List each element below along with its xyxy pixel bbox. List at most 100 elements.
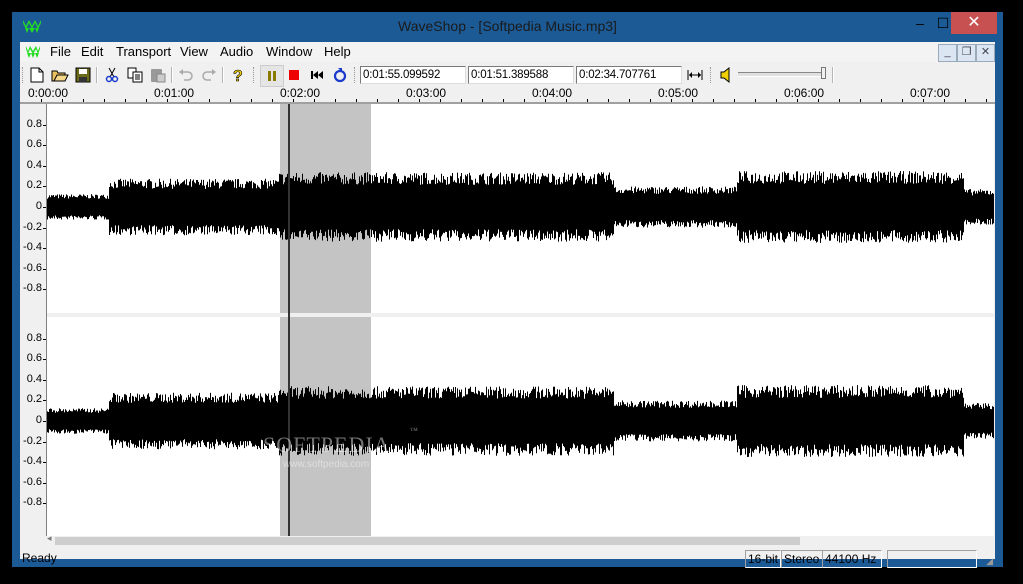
toolbar-separator [832, 67, 834, 83]
amplitude-tick [43, 503, 46, 505]
watermark-url: www.softpedia.com [283, 459, 370, 470]
scroll-left-arrow-icon[interactable]: ◂ [47, 533, 52, 544]
menu-audio[interactable]: Audio [220, 44, 253, 59]
selection-start-field[interactable]: 0:01:51.389588 [468, 66, 574, 84]
ruler-tick [209, 99, 210, 102]
menu-edit[interactable]: Edit [81, 44, 103, 59]
speaker-icon[interactable] [717, 66, 735, 84]
open-folder-icon[interactable] [51, 66, 69, 84]
resize-grip-icon[interactable]: ◢ [986, 556, 993, 567]
amplitude-tick [43, 124, 46, 126]
amplitude-label: 0 [35, 414, 42, 426]
channel-divider [47, 313, 994, 317]
ruler-tick [524, 99, 525, 102]
amplitude-tick [43, 186, 46, 188]
time-ruler[interactable]: 0:00:00 0:01:00 0:02:00 0:03:00 0:04:00 0:05:… [20, 86, 995, 104]
amplitude-tick [43, 165, 46, 167]
close-button[interactable]: ✕ [951, 12, 997, 34]
status-channels: Stereo [781, 550, 823, 568]
new-file-icon[interactable] [28, 66, 46, 84]
mdi-close-button[interactable]: ✕ [976, 44, 995, 62]
menu-view[interactable]: View [180, 44, 208, 59]
ruler-tick [671, 99, 672, 102]
ruler-label: 0:01:00 [154, 86, 195, 100]
amplitude-tick [43, 400, 46, 402]
amplitude-label: -0.8 [23, 282, 42, 295]
status-bar: Ready 16-bit Stereo 44100 Hz ◢ [20, 547, 995, 568]
stop-icon[interactable] [285, 66, 303, 84]
title-bar[interactable]: WaveShop - [Softpedia Music.mp3] ‒ ☐ ✕ [12, 12, 1003, 42]
help-icon[interactable]: ? [229, 66, 247, 84]
amplitude-tick [43, 248, 46, 250]
position-time-field[interactable]: 0:01:55.099592 [360, 66, 466, 84]
amplitude-tick [43, 359, 46, 361]
ruler-tick [818, 99, 819, 102]
svg-text:?: ? [233, 68, 243, 83]
menu-transport[interactable]: Transport [116, 44, 171, 59]
amplitude-tick [43, 207, 46, 208]
ruler-label: 0:06:00 [784, 86, 825, 100]
ruler-tick [482, 99, 483, 102]
amplitude-label: -0.4 [23, 455, 42, 468]
amplitude-label: 0.2 [26, 179, 42, 192]
status-bit-depth: 16-bit [745, 550, 781, 568]
ruler-tick [146, 99, 147, 102]
horizontal-scroll-thumb[interactable] [55, 537, 800, 545]
ruler-tick [440, 99, 441, 102]
amplitude-label: 0.6 [26, 138, 42, 151]
amplitude-tick [43, 268, 46, 270]
selection-length-field[interactable]: 0:02:34.707761 [576, 66, 682, 84]
menu-bar: File Edit Transport View Audio Window He… [20, 42, 995, 62]
amplitude-tick [43, 289, 46, 291]
menu-window[interactable]: Window [266, 44, 312, 59]
undo-icon[interactable] [177, 66, 195, 84]
mdi-restore-button[interactable]: ❐ [957, 44, 976, 62]
rewind-icon[interactable] [308, 66, 326, 84]
ruler-tick [587, 99, 588, 102]
ruler-tick [272, 99, 273, 102]
playback-cursor[interactable] [287, 104, 290, 536]
ruler-tick [734, 99, 735, 102]
save-icon[interactable] [74, 66, 92, 84]
ruler-tick [419, 99, 420, 102]
volume-slider-thumb[interactable] [821, 67, 826, 79]
ruler-tick [335, 99, 336, 102]
ruler-tick [965, 99, 966, 102]
ruler-tick [83, 99, 84, 102]
amplitude-label: -0.2 [23, 434, 42, 447]
ruler-tick [608, 99, 609, 102]
toolbar-grip[interactable] [253, 67, 257, 83]
fit-width-icon[interactable] [686, 66, 704, 84]
copy-icon[interactable] [126, 66, 144, 84]
redo-icon[interactable] [200, 66, 218, 84]
amplitude-label: -0.4 [23, 241, 42, 254]
loop-icon[interactable] [331, 66, 349, 84]
ruler-tick [41, 99, 42, 102]
document-icon[interactable] [25, 45, 41, 59]
client-area: File Edit Transport View Audio Window He… [20, 42, 995, 568]
paste-icon[interactable] [149, 66, 167, 84]
ruler-tick [62, 99, 63, 102]
amplitude-label: 0.4 [26, 158, 42, 171]
pause-icon[interactable] [260, 65, 284, 87]
cut-icon[interactable] [103, 66, 121, 84]
toolbar-grip[interactable] [354, 67, 358, 83]
toolbar-grip[interactable] [22, 67, 26, 83]
ruler-label: 0:02:00 [280, 86, 321, 100]
ruler-tick [104, 99, 105, 102]
waveform-view[interactable]: SOFTPEDIA ™ www.softpedia.com [47, 104, 994, 536]
channel-waveform-left [47, 171, 994, 243]
ruler-tick [167, 99, 168, 102]
menu-help[interactable]: Help [324, 44, 351, 59]
ruler-tick [902, 99, 903, 102]
amplitude-label: 0.6 [26, 352, 42, 365]
toolbar-grip[interactable] [710, 67, 714, 83]
amplitude-label: -0.8 [23, 496, 42, 509]
volume-slider[interactable] [738, 67, 826, 79]
horizontal-scrollbar[interactable]: ◂ [47, 533, 994, 546]
amplitude-axis: 0.8 0.6 0.4 0.2 0 -0.2 -0.4 -0.6 -0.8 0.8 0.6 0.4 0.… [20, 104, 48, 536]
mdi-minimize-button[interactable]: _ [938, 44, 957, 62]
ruler-tick [923, 99, 924, 102]
ruler-tick [776, 99, 777, 102]
menu-file[interactable]: File [50, 44, 71, 59]
